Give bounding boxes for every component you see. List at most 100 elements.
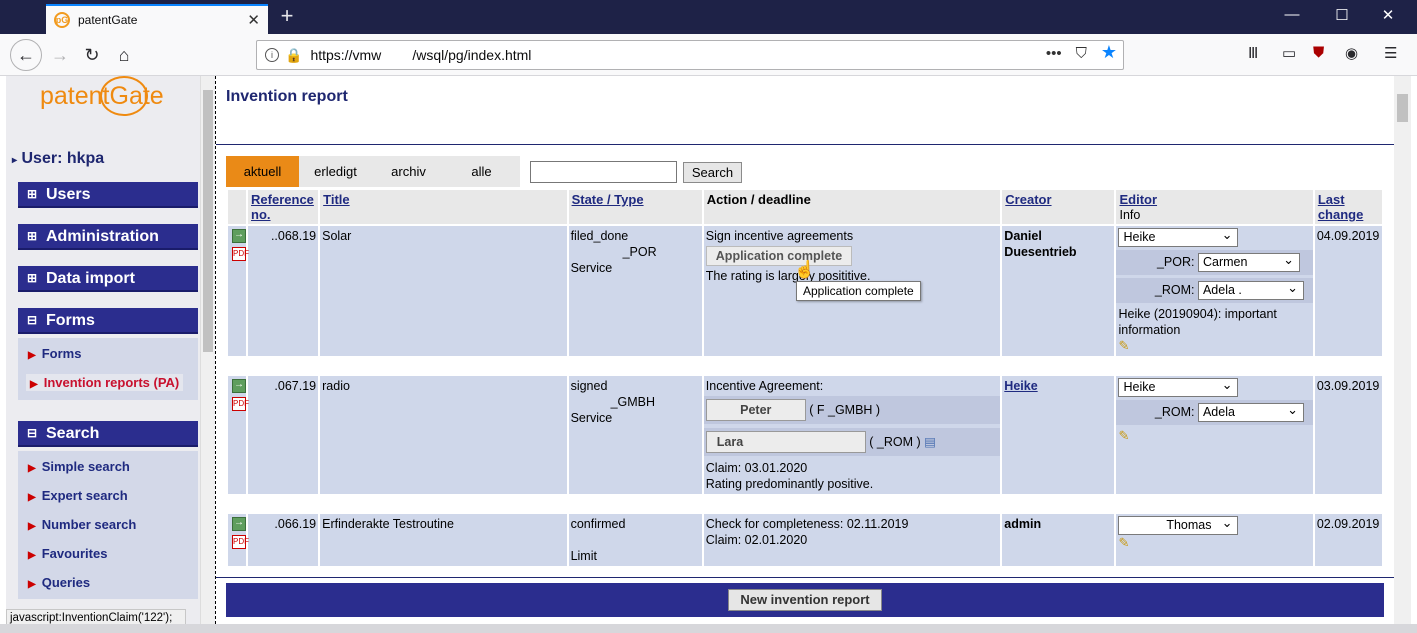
editor-select[interactable]: Heike	[1118, 226, 1239, 247]
sidebar-item-favourites[interactable]: ▶ Favourites	[28, 546, 107, 561]
new-invention-report-button[interactable]: New invention report	[728, 589, 882, 611]
expand-icon: ⊞	[27, 187, 38, 201]
account-icon[interactable]: ◉	[1345, 44, 1358, 62]
editor-select[interactable]: Thomas	[1118, 514, 1239, 535]
editor-info-cell: Heike _ROM: Adela ✎	[1116, 376, 1313, 494]
sidebar-item-queries[interactable]: ▶ Queries	[28, 575, 90, 590]
url-text: https://vmw /wsql/pg/index.html	[310, 47, 532, 63]
forms-menu: ▶ Forms ▶ Invention reports (PA)	[18, 338, 198, 400]
lock-warning-icon[interactable]: 🔒	[285, 47, 302, 64]
section-users[interactable]: ⊞ Users	[18, 182, 198, 208]
inventor-name-field[interactable]: Peter	[705, 399, 806, 421]
inventor-lara: Lara ( _ROM ) ▤	[703, 428, 1001, 456]
reference-cell: .066.19	[248, 514, 319, 566]
sidebar-toggle-icon[interactable]: ▭	[1282, 44, 1296, 62]
sidebar-item-number-search[interactable]: ▶ Number search	[28, 517, 136, 532]
reference-cell: .067.19	[248, 376, 319, 494]
creator-link[interactable]: Heike	[1004, 379, 1037, 393]
header-last-change[interactable]: Last change	[1314, 190, 1382, 224]
reference-cell: ..068.19	[248, 226, 319, 356]
divider	[216, 144, 1394, 145]
main-content: Invention report aktuell erledigt archiv…	[216, 76, 1394, 624]
title-cell: radio	[320, 376, 567, 494]
inventor-name-field[interactable]: Lara	[705, 431, 866, 453]
pencil-icon[interactable]: ✎	[1118, 535, 1129, 550]
last-change-cell: 02.09.2019	[1314, 514, 1382, 566]
maximize-icon[interactable]: ☐	[1332, 6, 1352, 24]
menu-icon[interactable]: ☰	[1384, 44, 1397, 62]
expand-icon: ⊞	[27, 229, 38, 243]
page-title: Invention report	[226, 88, 348, 105]
section-forms[interactable]: ⊟ Forms	[18, 308, 198, 334]
close-window-icon[interactable]: ✕	[1378, 6, 1398, 24]
forward-icon[interactable]: →	[46, 41, 74, 69]
library-icon[interactable]: Ⅲ	[1248, 44, 1258, 62]
search-input[interactable]	[530, 161, 677, 183]
sidebar-item-forms[interactable]: ▶ Forms	[28, 346, 81, 361]
section-search[interactable]: ⊟ Search	[18, 421, 198, 447]
page-actions-icon[interactable]: •••	[1046, 45, 1062, 63]
header-creator[interactable]: Creator	[1002, 190, 1115, 224]
bookmark-star-icon[interactable]: ★	[1101, 42, 1117, 63]
minimize-icon[interactable]: —	[1282, 6, 1302, 23]
section-data-import[interactable]: ⊞ Data import	[18, 266, 198, 292]
tab-alle[interactable]: alle	[445, 156, 518, 187]
por-editor-select[interactable]: Carmen	[1197, 251, 1300, 272]
filter-tabs: aktuell erledigt archiv alle	[226, 156, 520, 187]
section-administration[interactable]: ⊞ Administration	[18, 224, 198, 250]
patentgate-logo-icon: pG	[54, 12, 70, 28]
browser-tab[interactable]: pG patentGate ✕	[46, 4, 268, 34]
pdf-icon[interactable]: PDF	[232, 397, 249, 411]
rom-editor-select[interactable]: Adela	[1197, 401, 1304, 422]
browser-tab-bar: pG patentGate ✕ + — ☐ ✕	[0, 0, 1417, 34]
title-cell: Erfinderakte Testroutine	[320, 514, 567, 566]
state-cell: confirmed Limit	[568, 514, 702, 566]
open-record-icon[interactable]	[232, 227, 246, 243]
window-bottom-edge	[0, 624, 1417, 633]
new-tab-icon[interactable]: +	[276, 3, 298, 29]
sidebar-item-invention-reports[interactable]: ▶ Invention reports (PA)	[26, 374, 184, 391]
tab-erledigt[interactable]: erledigt	[299, 156, 372, 187]
row-icons: PDF	[228, 226, 249, 356]
rom-editor-select[interactable]: Adela .	[1197, 279, 1304, 300]
home-icon[interactable]: ⌂	[110, 41, 138, 69]
sub-editor-rom: _ROM: Adela .	[1116, 278, 1313, 303]
editor-select[interactable]: Heike	[1118, 376, 1239, 397]
last-change-cell: 03.09.2019	[1314, 376, 1382, 494]
search-button[interactable]: Search	[683, 162, 742, 183]
document-icon[interactable]: ▤	[924, 435, 936, 449]
pocket-icon[interactable]: ⛉	[1076, 45, 1087, 63]
creator-cell: admin	[1002, 514, 1115, 566]
url-bar[interactable]: i 🔒 https://vmw /wsql/pg/index.html ••• …	[256, 40, 1124, 70]
browser-nav-bar: ← → ↻ ⌂ i 🔒 https://vmw /wsql/pg/index.h…	[0, 34, 1417, 76]
expand-icon: ⊞	[27, 271, 38, 285]
open-record-icon[interactable]	[232, 377, 246, 393]
header-state-type[interactable]: State / Type	[568, 190, 702, 224]
close-tab-icon[interactable]: ✕	[247, 11, 260, 29]
pencil-icon[interactable]: ✎	[1118, 338, 1129, 353]
creator-cell: Heike	[1002, 376, 1115, 494]
application-complete-button[interactable]: Application complete	[705, 246, 853, 266]
sidebar-scrollbar[interactable]	[200, 76, 214, 624]
tab-aktuell[interactable]: aktuell	[226, 156, 299, 187]
header-title[interactable]: Title	[320, 190, 567, 224]
open-record-icon[interactable]	[232, 515, 246, 531]
ublock-icon[interactable]: ⛊	[1313, 44, 1324, 61]
header-editor-info[interactable]: Editor Info	[1116, 190, 1313, 224]
back-icon[interactable]: ←	[10, 39, 42, 71]
patentgate-logo: patentGate	[40, 76, 164, 116]
tab-archiv[interactable]: archiv	[372, 156, 445, 187]
main-scrollbar[interactable]	[1394, 76, 1411, 624]
tooltip: Application complete	[796, 281, 921, 301]
header-reference[interactable]: Reference no.	[248, 190, 319, 224]
search-menu: ▶ Simple search ▶ Expert search ▶ Number se…	[18, 451, 198, 599]
info-icon[interactable]: i	[265, 48, 279, 62]
info-text: Heike (20190904): important information	[1118, 307, 1277, 337]
pdf-icon[interactable]: PDF	[232, 535, 249, 549]
sidebar-item-expert-search[interactable]: ▶ Expert search	[28, 488, 128, 503]
pencil-icon[interactable]: ✎	[1118, 428, 1129, 443]
sub-editor-por: _POR: Carmen	[1116, 250, 1313, 275]
reload-icon[interactable]: ↻	[78, 41, 106, 69]
sidebar-item-simple-search[interactable]: ▶ Simple search	[28, 459, 130, 474]
pdf-icon[interactable]: PDF	[232, 247, 249, 261]
